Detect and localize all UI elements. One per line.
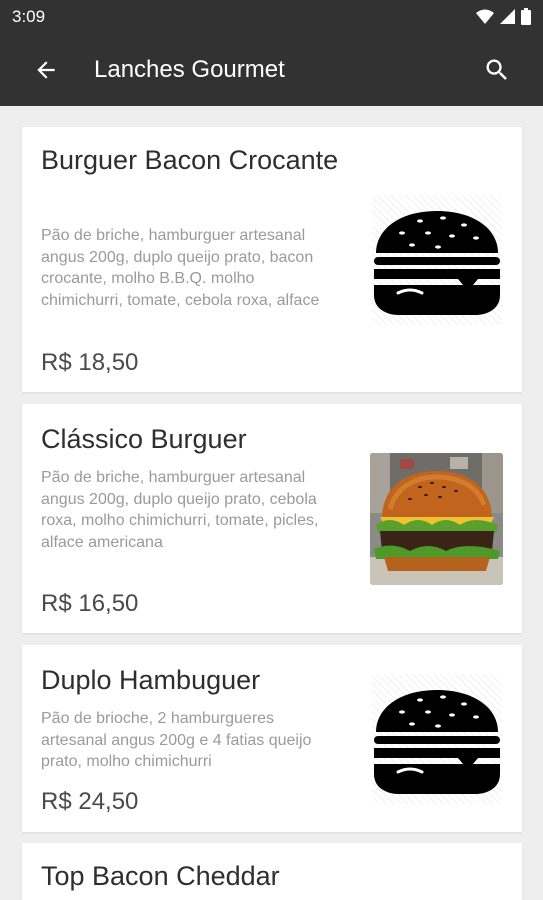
item-name: Duplo Hambuguer [41,665,261,695]
item-price: R$ 16,50 [41,590,139,617]
menu-item-card[interactable]: Duplo Hambuguer Pão de brioche, 2 hambur… [22,645,522,832]
menu-item-card[interactable]: Top Bacon Cheddar [22,843,522,900]
menu-list[interactable]: Burguer Bacon Crocante Pão de briche, ha… [0,106,543,900]
battery-icon [521,8,531,25]
signal-icon [500,8,515,24]
item-name: Burguer Bacon Crocante [41,145,339,175]
page-title: Lanches Gourmet [94,56,285,83]
item-price: R$ 24,50 [41,788,139,815]
burger-icon [374,211,500,315]
burger-icon [374,690,500,794]
item-name: Top Bacon Cheddar [41,861,280,891]
menu-item-card[interactable]: Burguer Bacon Crocante Pão de briche, ha… [22,127,522,392]
item-image [372,674,502,804]
app-bar: Lanches Gourmet [0,34,543,106]
item-description: Pão de briche, hamburguer artesanal angu… [41,469,319,551]
item-price: R$ 18,50 [41,349,139,376]
item-image [370,453,503,585]
status-icons [476,8,531,25]
status-bar: 3:09 [0,0,543,34]
back-button[interactable] [30,54,62,86]
item-description: Pão de brioche, 2 hamburgueres artesanal… [41,710,312,771]
search-button[interactable] [481,54,513,86]
item-description: Pão de briche, hamburguer artesanal angu… [41,227,320,309]
search-icon [486,59,507,80]
wifi-icon [476,9,494,24]
menu-item-card[interactable]: Clássico Burguer Pão de briche, hamburgu… [22,404,522,633]
burger-photo [370,453,503,585]
status-time: 3:09 [12,7,46,26]
arrow-back-icon [37,61,55,79]
item-name: Clássico Burguer [41,424,247,454]
item-image [372,195,502,325]
